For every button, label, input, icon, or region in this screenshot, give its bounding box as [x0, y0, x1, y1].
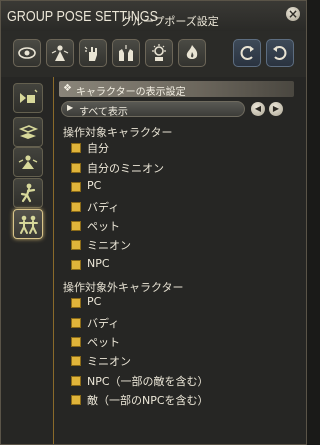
- tab-characters[interactable]: [13, 209, 43, 239]
- section-header: ❖ キャラクターの表示設定: [59, 81, 294, 98]
- diamond-icon: ❖: [63, 83, 72, 94]
- checkbox-label: PC: [87, 295, 102, 308]
- checkbox-label: 自分のミニオン: [87, 162, 164, 175]
- dropdown-value: すべて表示: [79, 107, 128, 118]
- checkbox[interactable]: [71, 318, 81, 328]
- window-subtitle: グループポーズ設定: [121, 15, 219, 28]
- tab-frame[interactable]: [13, 117, 43, 147]
- checkbox[interactable]: [71, 143, 81, 153]
- tab-pose[interactable]: [13, 178, 43, 208]
- swap-left-icon: [240, 46, 254, 60]
- checkbox[interactable]: [71, 182, 81, 192]
- group-label-non-target: 操作対象外キャラクター: [63, 281, 184, 294]
- prev-button[interactable]: ◀: [251, 102, 265, 116]
- sun-gear-button[interactable]: [145, 39, 173, 67]
- checkbox[interactable]: [71, 260, 81, 270]
- person-light-icon: [51, 45, 69, 61]
- toolbar: [1, 31, 306, 77]
- fire-icon: [186, 45, 198, 59]
- swap-left-button[interactable]: [233, 39, 261, 67]
- fire-button[interactable]: [178, 39, 206, 67]
- triangle-right-icon: ▶: [67, 103, 74, 112]
- hand-wave-icon: [84, 46, 97, 61]
- group-label-target: 操作対象キャラクター: [63, 126, 173, 139]
- checkbox[interactable]: [71, 240, 81, 250]
- checkbox[interactable]: [71, 298, 81, 308]
- hand-wave-button[interactable]: [79, 39, 107, 67]
- checkbox-label: ミニオン: [87, 355, 131, 368]
- eye-icon: [18, 47, 36, 59]
- checkbox-label: PC: [87, 179, 102, 192]
- tab-frame-icon: [18, 125, 39, 139]
- checkbox-label: ペット: [87, 336, 120, 349]
- close-button[interactable]: ×: [286, 7, 300, 21]
- tab-light[interactable]: [13, 147, 43, 177]
- section-title: キャラクターの表示設定: [76, 87, 186, 98]
- tab-characters-icon: [19, 215, 38, 234]
- checkbox-label: バディ: [87, 201, 120, 214]
- swap-right-icon: [273, 46, 287, 60]
- sidebar: [1, 77, 53, 444]
- swap-right-button[interactable]: [266, 39, 294, 67]
- hands-icon: [119, 45, 133, 61]
- eye-button[interactable]: [13, 39, 41, 67]
- checkbox-label: 敵（一部のNPCを含む）: [87, 394, 209, 407]
- checkbox[interactable]: [71, 163, 81, 173]
- checkbox[interactable]: [71, 221, 81, 231]
- checkbox[interactable]: [71, 356, 81, 366]
- title-bar[interactable]: GROUP POSE SETTINGS グループポーズ設定 ×: [1, 1, 306, 31]
- tab-camera-icon: [20, 89, 38, 103]
- checkbox[interactable]: [71, 395, 81, 405]
- checkbox-label: 自分: [87, 142, 109, 155]
- checkbox-label: バディ: [87, 317, 120, 330]
- tab-pose-icon: [20, 183, 36, 203]
- sun-gear-icon: [152, 44, 166, 61]
- person-light-button[interactable]: [46, 39, 74, 67]
- checkbox[interactable]: [71, 337, 81, 347]
- checkbox-label: ペット: [87, 220, 120, 233]
- display-filter-dropdown[interactable]: ▶ すべて表示: [61, 101, 245, 118]
- next-button[interactable]: ▶: [269, 102, 283, 116]
- group-pose-settings-window: GROUP POSE SETTINGS グループポーズ設定 × ❖ キャラクター…: [0, 0, 307, 445]
- tab-light-icon: [18, 155, 38, 169]
- tab-camera[interactable]: [13, 83, 43, 113]
- sidebar-divider: [53, 77, 54, 444]
- checkbox-label: ミニオン: [87, 239, 131, 252]
- checkbox[interactable]: [71, 376, 81, 386]
- checkbox-label: NPC（一部の敵を含む）: [87, 375, 209, 388]
- hands-button[interactable]: [112, 39, 140, 67]
- checkbox-label: NPC: [87, 257, 110, 270]
- checkbox[interactable]: [71, 202, 81, 212]
